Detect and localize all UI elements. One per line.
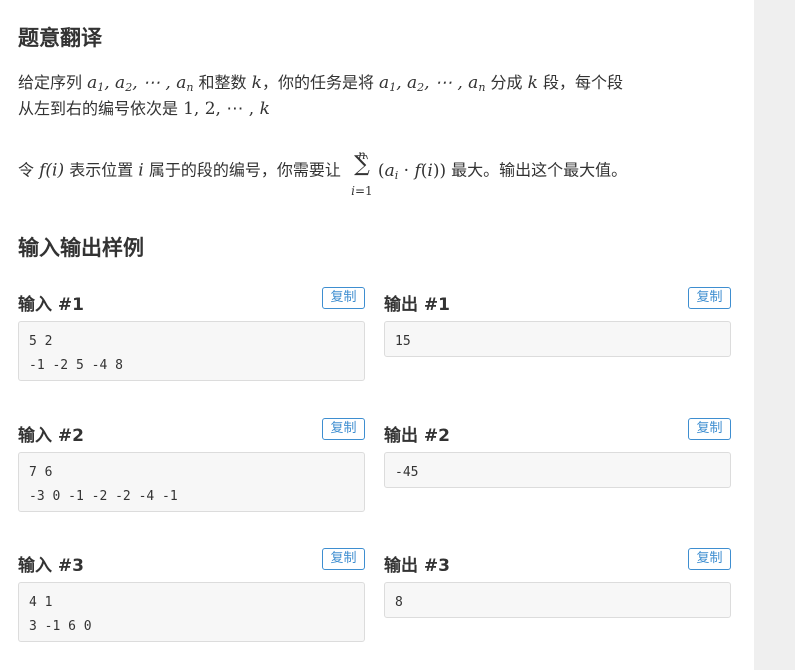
math-sequence: a1, a2, ⋯ , an bbox=[87, 73, 194, 94]
translation-heading: 题意翻译 bbox=[18, 26, 102, 50]
copy-output-button-1[interactable]: 复制 bbox=[688, 287, 731, 309]
math-numbering: 1, 2, ⋯ , k bbox=[183, 99, 270, 119]
input-label-2: 输入 #2 bbox=[18, 426, 84, 446]
math-summand: (ai · f(i)) bbox=[377, 160, 447, 182]
samples-heading: 输入输出样例 bbox=[18, 236, 144, 260]
input-code-box-2: 7 6 -3 0 -1 -2 -2 -4 -1 bbox=[18, 452, 365, 512]
copy-input-button-1[interactable]: 复制 bbox=[322, 287, 365, 309]
output-code-box-3: 8 bbox=[384, 582, 731, 618]
input-code-box-1: 5 2 -1 -2 5 -4 8 bbox=[18, 321, 365, 381]
output-label-2: 输出 #2 bbox=[384, 426, 450, 446]
summation-symbol: n ∑ i=1 bbox=[351, 148, 373, 198]
math-k-2: k bbox=[527, 73, 538, 93]
translation-paragraph-3: 令 f(i) 表示位置 i 属于的段的编号，你需要让 n ∑ i=1 (ai · f(… bbox=[18, 146, 627, 198]
copy-output-button-3[interactable]: 复制 bbox=[688, 548, 731, 570]
right-gutter bbox=[754, 0, 795, 670]
input-label-1: 输入 #1 bbox=[18, 295, 84, 315]
input-code-box-3: 4 1 3 -1 6 0 bbox=[18, 582, 365, 642]
output-label-3: 输出 #3 bbox=[384, 556, 450, 576]
copy-input-button-2[interactable]: 复制 bbox=[322, 418, 365, 440]
math-f-i: f(i) bbox=[39, 160, 65, 181]
translation-paragraph-2: 从左到右的编号依次是 1, 2, ⋯ , k bbox=[18, 99, 270, 119]
math-k: k bbox=[251, 73, 262, 93]
math-sequence-2: a1, a2, ⋯ , an bbox=[379, 73, 486, 94]
output-code-box-2: -45 bbox=[384, 452, 731, 488]
output-code-box-1: 15 bbox=[384, 321, 731, 357]
output-label-1: 输出 #1 bbox=[384, 295, 450, 315]
copy-input-button-3[interactable]: 复制 bbox=[322, 548, 365, 570]
copy-output-button-2[interactable]: 复制 bbox=[688, 418, 731, 440]
input-label-3: 输入 #3 bbox=[18, 556, 84, 576]
